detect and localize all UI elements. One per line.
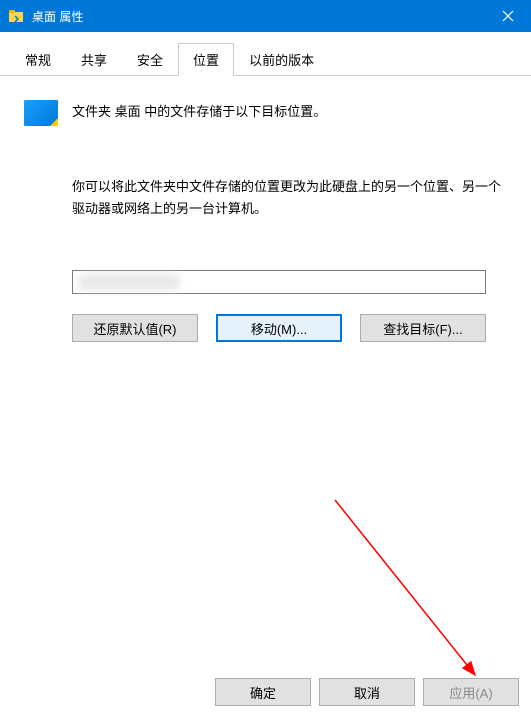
dialog-button-row: 确定 取消 应用(A)	[0, 668, 531, 718]
tab-previous-versions[interactable]: 以前的版本	[234, 43, 329, 76]
restore-defaults-button[interactable]: 还原默认值(R)	[72, 314, 198, 342]
move-button[interactable]: 移动(M)...	[216, 314, 342, 342]
description-row: 文件夹 桌面 中的文件存储于以下目标位置。	[24, 100, 511, 126]
desktop-folder-icon	[24, 100, 58, 126]
tab-sharing[interactable]: 共享	[66, 43, 122, 76]
app-icon	[8, 8, 24, 24]
action-button-row: 还原默认值(R) 移动(M)... 查找目标(F)...	[72, 314, 511, 342]
tab-strip: 常规 共享 安全 位置 以前的版本	[0, 32, 531, 76]
apply-button[interactable]: 应用(A)	[423, 678, 519, 706]
ok-button[interactable]: 确定	[215, 678, 311, 706]
content-area: 常规 共享 安全 位置 以前的版本 文件夹 桌面 中的文件存储于以下目标位置。 …	[0, 32, 531, 718]
titlebar: 桌面 属性	[0, 0, 531, 32]
close-button[interactable]	[485, 0, 531, 32]
tab-location[interactable]: 位置	[178, 43, 234, 76]
info-text: 你可以将此文件夹中文件存储的位置更改为此硬盘上的另一个位置、另一个驱动器或网络上…	[72, 176, 511, 220]
description-text: 文件夹 桌面 中的文件存储于以下目标位置。	[72, 100, 326, 123]
window-title: 桌面 属性	[32, 8, 485, 25]
tab-general[interactable]: 常规	[10, 43, 66, 76]
tab-panel-location: 文件夹 桌面 中的文件存储于以下目标位置。 你可以将此文件夹中文件存储的位置更改…	[0, 76, 531, 668]
find-target-button[interactable]: 查找目标(F)...	[360, 314, 486, 342]
tab-security[interactable]: 安全	[122, 43, 178, 76]
path-value-blurred	[79, 274, 179, 290]
path-input[interactable]	[72, 270, 486, 294]
cancel-button[interactable]: 取消	[319, 678, 415, 706]
